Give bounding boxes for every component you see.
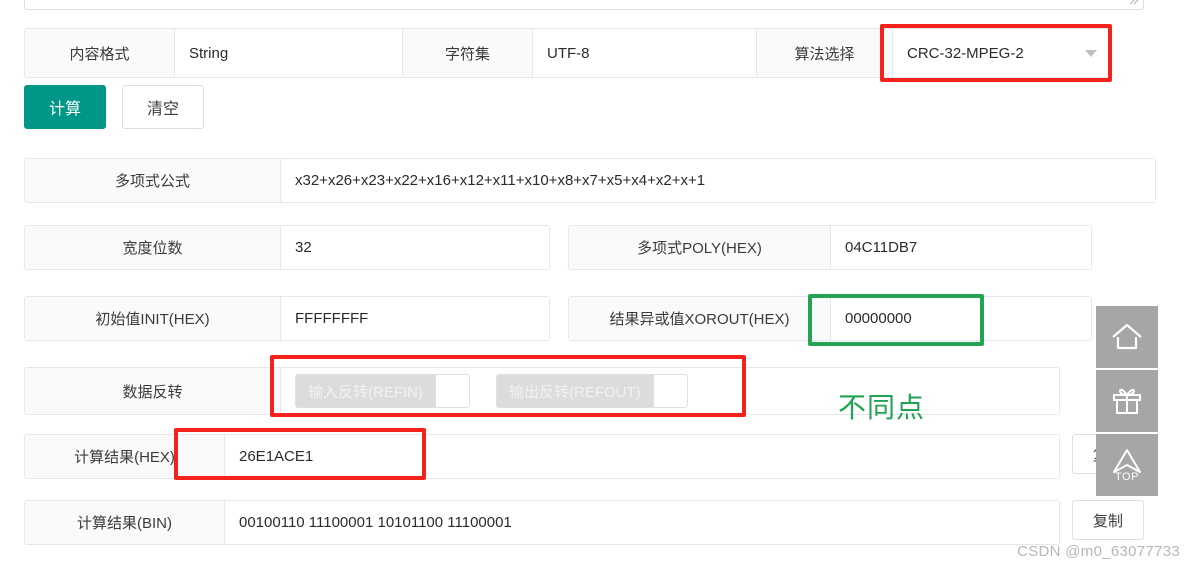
algorithm-select[interactable]: CRC-32-MPEG-2: [893, 29, 1111, 77]
init-hex-label: 初始值INIT(HEX): [25, 297, 281, 340]
poly-hex-label: 多项式POLY(HEX): [569, 226, 831, 269]
result-hex-value[interactable]: 26E1ACE1: [225, 435, 1059, 478]
width-bits-field[interactable]: 宽度位数 32: [24, 225, 550, 270]
textarea-resize-handle[interactable]: [1128, 0, 1140, 7]
charset-label: 字符集: [403, 29, 533, 77]
gift-icon: [1111, 386, 1143, 416]
algorithm-field[interactable]: 算法选择 CRC-32-MPEG-2: [756, 28, 1112, 78]
poly-hex-field[interactable]: 多项式POLY(HEX) 04C11DB7: [568, 225, 1092, 270]
init-hex-field[interactable]: 初始值INIT(HEX) FFFFFFFF: [24, 296, 550, 341]
result-hex-field: 计算结果(HEX) 26E1ACE1: [24, 434, 1060, 479]
result-bin-label: 计算结果(BIN): [25, 501, 225, 544]
home-float-button[interactable]: [1096, 306, 1158, 368]
chevron-down-icon[interactable]: [1085, 49, 1097, 57]
init-hex-input[interactable]: FFFFFFFF: [281, 297, 549, 340]
copy-bin-button[interactable]: 复制: [1072, 500, 1144, 540]
refin-label: 输入反转(REFIN): [296, 375, 435, 407]
scroll-to-top-float-button[interactable]: TOP: [1096, 434, 1158, 496]
data-reverse-toggles: 输入反转(REFIN) 输出反转(REFOUT): [281, 368, 1059, 414]
content-format-label: 内容格式: [25, 29, 175, 77]
calculate-button[interactable]: 计算: [24, 85, 106, 129]
content-format-value: String: [189, 44, 229, 62]
polynomial-formula-value: x32+x26+x23+x22+x16+x12+x11+x10+x8+x7+x5…: [281, 159, 1155, 202]
annotation-difference-note: 不同点: [838, 392, 926, 423]
scroll-to-top-label: TOP: [1115, 471, 1139, 483]
result-bin-field: 计算结果(BIN) 00100110 11100001 10101100 111…: [24, 500, 1060, 545]
home-icon: [1110, 322, 1144, 352]
width-bits-input[interactable]: 32: [281, 226, 549, 269]
result-hex-label: 计算结果(HEX): [25, 435, 225, 478]
input-textarea[interactable]: [24, 0, 1144, 10]
gift-float-button[interactable]: [1096, 370, 1158, 432]
watermark: CSDN @m0_63077733: [1017, 543, 1180, 560]
xorout-hex-input[interactable]: 00000000: [831, 297, 1091, 340]
result-bin-value[interactable]: 00100110 11100001 10101100 11100001: [225, 501, 1059, 544]
refin-knob[interactable]: [435, 375, 469, 407]
xorout-hex-label: 结果异或值XOROUT(HEX): [569, 297, 831, 340]
algorithm-value: CRC-32-MPEG-2: [907, 44, 1024, 62]
polynomial-formula-label: 多项式公式: [25, 159, 281, 202]
refout-knob[interactable]: [652, 375, 687, 407]
refout-toggle[interactable]: 输出反转(REFOUT): [496, 374, 688, 408]
crc-calculator-page: 内容格式 String 字符集 UTF-8 算法选择 CRC-32-MPEG-2…: [0, 0, 1188, 566]
refin-toggle[interactable]: 输入反转(REFIN): [295, 374, 470, 408]
data-reverse-label: 数据反转: [25, 368, 281, 414]
charset-value: UTF-8: [547, 44, 590, 62]
polynomial-formula-field: 多项式公式 x32+x26+x23+x22+x16+x12+x11+x10+x8…: [24, 158, 1156, 203]
clear-button[interactable]: 清空: [122, 85, 204, 129]
algorithm-label: 算法选择: [757, 29, 893, 77]
poly-hex-input[interactable]: 04C11DB7: [831, 226, 1091, 269]
refout-label: 输出反转(REFOUT): [497, 375, 653, 407]
xorout-hex-field[interactable]: 结果异或值XOROUT(HEX) 00000000: [568, 296, 1092, 341]
width-bits-label: 宽度位数: [25, 226, 281, 269]
